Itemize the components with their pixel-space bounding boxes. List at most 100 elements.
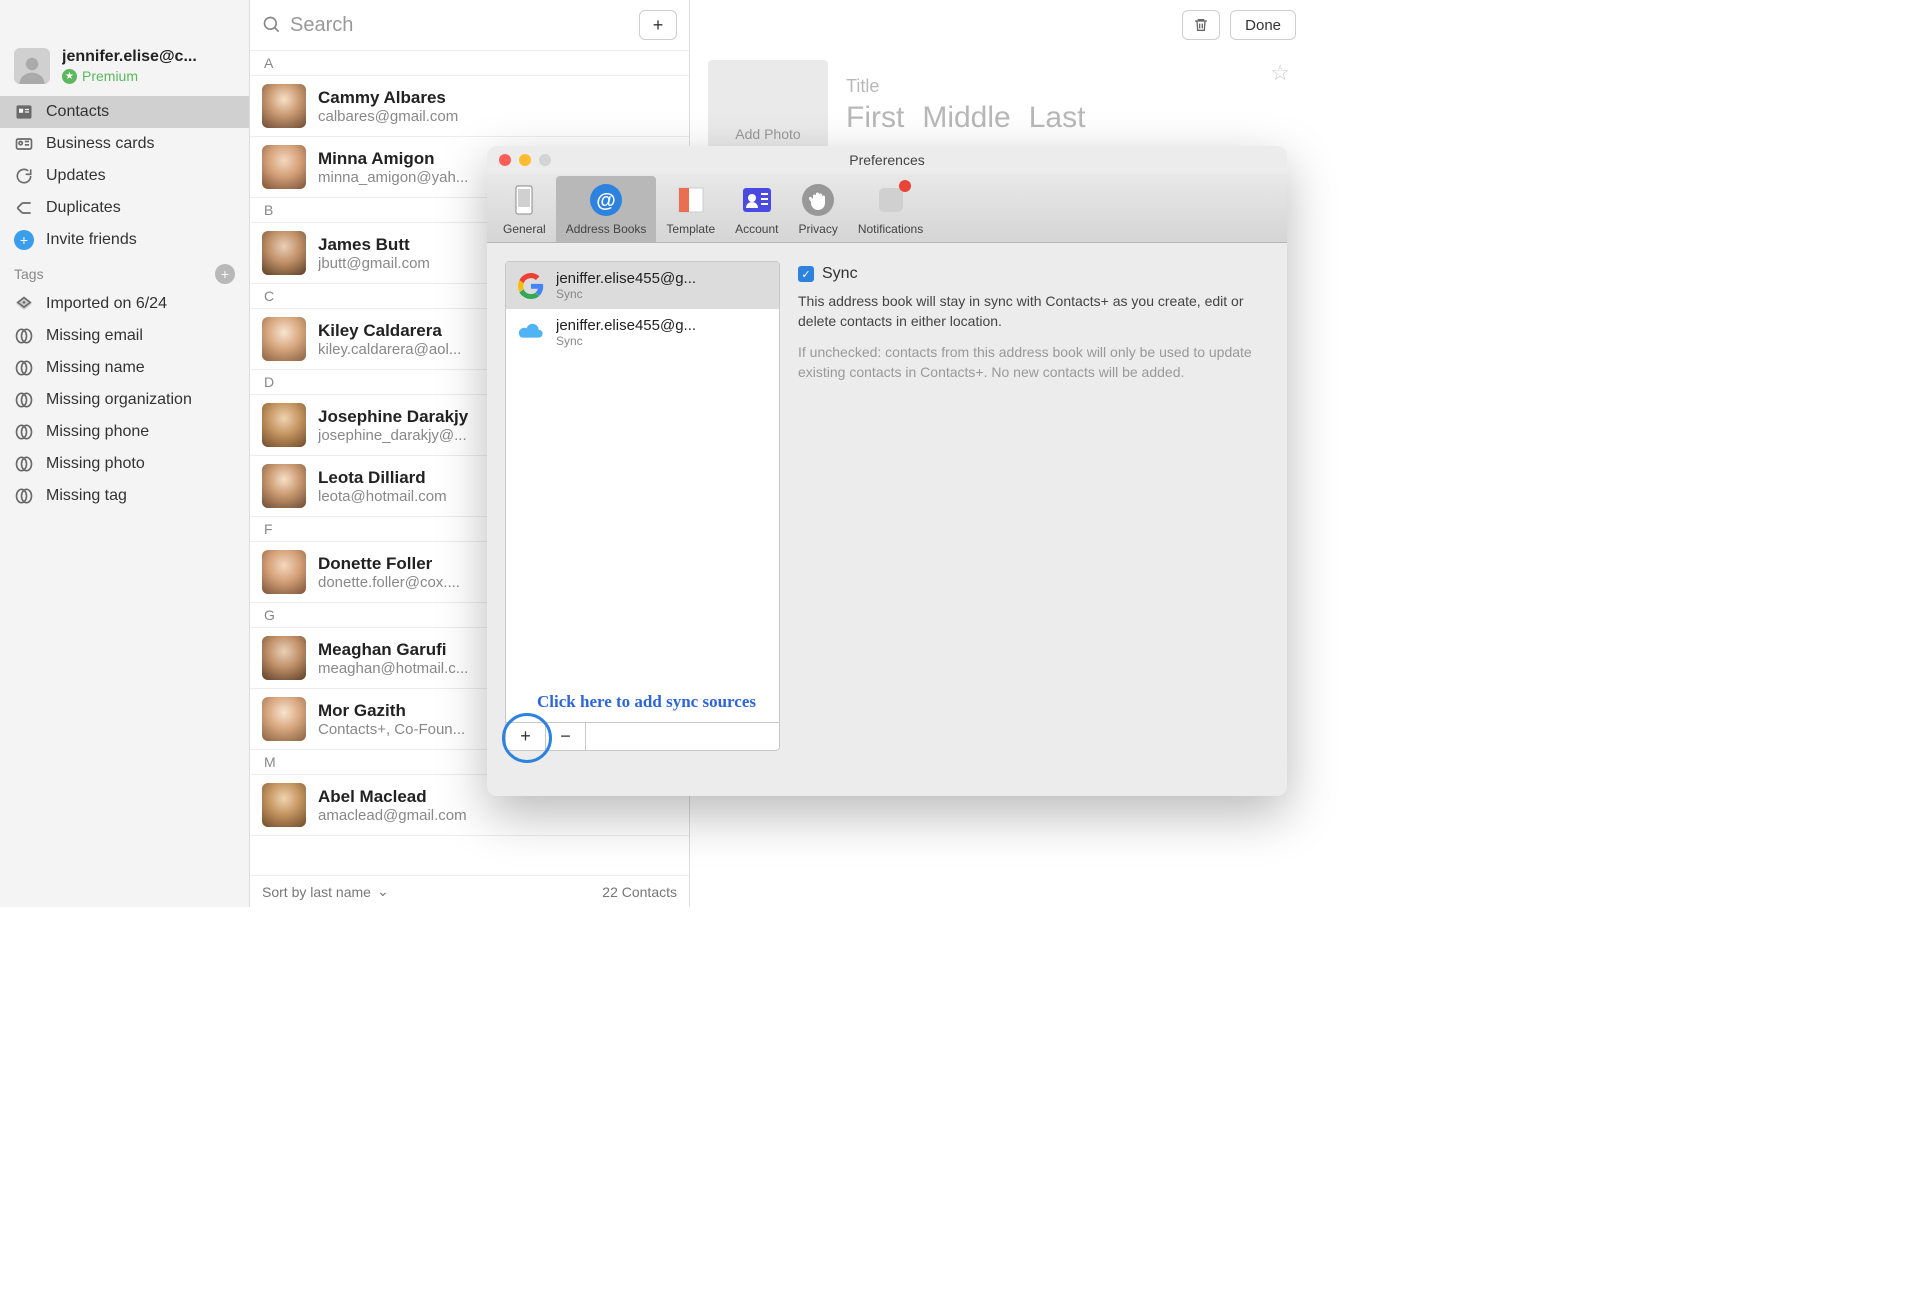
sidebar-item-label: Updates	[46, 167, 106, 185]
add-tag-button[interactable]: +	[215, 264, 235, 284]
remove-address-book-button[interactable]: −	[546, 723, 586, 750]
address-book-item[interactable]: jeniffer.elise455@g...Sync	[506, 262, 779, 309]
contact-info: Abel Macleadamaclead@gmail.com	[318, 787, 467, 824]
premium-label: Premium	[82, 68, 138, 84]
contact-info: Mor GazithContacts+, Co-Foun...	[318, 701, 465, 738]
sidebar-item-business-cards[interactable]: Business cards	[0, 128, 249, 160]
user-info: jennifer.elise@c... ★ Premium	[62, 48, 235, 84]
sidebar-tag-missing-organization[interactable]: Missing organization	[0, 384, 249, 416]
sidebar-item-duplicates[interactable]: Duplicates	[0, 192, 249, 224]
missing-icon	[14, 486, 34, 506]
contact-info: Minna Amigonminna_amigon@yah...	[318, 149, 468, 186]
sidebar-item-label: Business cards	[46, 135, 155, 153]
contact-avatar	[262, 636, 306, 680]
premium-badge: ★ Premium	[62, 68, 235, 84]
tag-icon	[14, 294, 34, 314]
chevron-down-icon: ⌄	[377, 883, 389, 900]
icloud-icon	[516, 318, 546, 348]
detail-toolbar: Done	[690, 0, 1308, 50]
contact-row[interactable]: Cammy Albarescalbares@gmail.com	[250, 76, 689, 137]
sidebar-tag-missing-email[interactable]: Missing email	[0, 320, 249, 352]
pref-tab-account[interactable]: Account	[725, 176, 788, 242]
zoom-icon[interactable]	[539, 154, 551, 166]
search-bar: Search +	[250, 0, 689, 50]
missing-icon	[14, 326, 34, 346]
contact-info: James Buttjbutt@gmail.com	[318, 235, 430, 272]
contact-name: Mor Gazith	[318, 701, 465, 721]
add-address-book-button[interactable]: +	[506, 723, 546, 750]
sync-description: This address book will stay in sync with…	[798, 291, 1269, 332]
pref-tab-notifications[interactable]: Notifications	[848, 176, 933, 242]
sync-checkbox[interactable]: ✓	[798, 266, 814, 282]
contact-avatar	[262, 145, 306, 189]
preferences-title: Preferences	[849, 152, 924, 168]
invite-icon: +	[14, 230, 34, 250]
preferences-titlebar: Preferences	[487, 146, 1287, 174]
pref-tab-address-books[interactable]: @ Address Books	[556, 176, 657, 242]
google-icon	[516, 271, 546, 301]
contact-info: Leota Dilliardleota@hotmail.com	[318, 468, 447, 505]
trash-icon	[1193, 17, 1209, 33]
favorite-star-icon[interactable]: ☆	[1270, 60, 1290, 86]
pref-tab-template[interactable]: Template	[656, 176, 725, 242]
last-name-input[interactable]: Last	[1029, 101, 1086, 135]
sidebar-tag-missing-tag[interactable]: Missing tag	[0, 480, 249, 512]
contacts-icon	[14, 102, 34, 122]
contact-list-footer: Sort by last name ⌄ 22 Contacts	[250, 875, 689, 907]
search-input[interactable]: Search	[262, 14, 631, 37]
sidebar-nav: ContactsBusiness cardsUpdatesDuplicates+…	[0, 96, 249, 256]
sidebar: jennifer.elise@c... ★ Premium Contacts Bu…	[0, 0, 250, 907]
address-book-title: jeniffer.elise455@g...	[556, 270, 696, 287]
contact-avatar	[262, 403, 306, 447]
sort-dropdown[interactable]: Sort by last name ⌄	[262, 883, 389, 900]
section-header: A	[250, 51, 689, 76]
sidebar-item-label: Invite friends	[46, 231, 137, 249]
business-card-icon	[14, 134, 34, 154]
account-icon	[739, 182, 775, 218]
star-icon: ★	[62, 69, 77, 84]
svg-text:@: @	[596, 190, 616, 212]
done-button[interactable]: Done	[1230, 10, 1296, 40]
contact-info: Josephine Darakjyjosephine_darakjy@...	[318, 407, 468, 444]
contact-name: Kiley Caldarera	[318, 321, 461, 341]
sidebar-item-updates[interactable]: Updates	[0, 160, 249, 192]
sidebar-tag-imported-on-6-24[interactable]: Imported on 6/24	[0, 288, 249, 320]
sidebar-user[interactable]: jennifer.elise@c... ★ Premium	[0, 38, 249, 96]
pref-tab-label: Privacy	[798, 222, 837, 236]
preferences-window: Preferences General @ Address Books Templat…	[487, 146, 1287, 796]
missing-icon	[14, 454, 34, 474]
address-books-list: jeniffer.elise455@g...Syncjeniffer.elise…	[505, 261, 780, 751]
minimize-icon[interactable]	[519, 154, 531, 166]
pref-tab-privacy[interactable]: Privacy	[788, 176, 847, 242]
sidebar-tag-missing-phone[interactable]: Missing phone	[0, 416, 249, 448]
address-book-sub: Sync	[556, 287, 696, 301]
close-icon[interactable]	[499, 154, 511, 166]
sidebar-item-contacts[interactable]: Contacts	[0, 96, 249, 128]
delete-button[interactable]	[1182, 10, 1220, 40]
pref-tab-label: Account	[735, 222, 778, 236]
contact-secondary: meaghan@hotmail.c...	[318, 660, 468, 677]
tags-header-label: Tags	[14, 266, 44, 282]
address-book-item[interactable]: jeniffer.elise455@g...Sync	[506, 309, 779, 356]
preferences-body: jeniffer.elise455@g...Syncjeniffer.elise…	[487, 243, 1287, 796]
add-photo-button[interactable]: Add Photo	[708, 60, 828, 150]
pref-tab-general[interactable]: General	[493, 176, 556, 242]
address-book-sub: Sync	[556, 334, 696, 348]
contact-name: James Butt	[318, 235, 430, 255]
contact-name: Minna Amigon	[318, 149, 468, 169]
sync-checkbox-row[interactable]: ✓ Sync	[798, 265, 1269, 283]
pref-tab-label: Notifications	[858, 222, 923, 236]
search-placeholder: Search	[290, 14, 353, 37]
sidebar-tags: Imported on 6/24 Missing email Missing nam…	[0, 288, 249, 512]
sidebar-tag-label: Missing email	[46, 327, 143, 345]
add-contact-button[interactable]: +	[639, 10, 677, 40]
sidebar-item-invite-friends[interactable]: + Invite friends	[0, 224, 249, 256]
sidebar-tag-missing-name[interactable]: Missing name	[0, 352, 249, 384]
sidebar-tag-missing-photo[interactable]: Missing photo	[0, 448, 249, 480]
pref-tab-label: Address Books	[566, 222, 647, 236]
middle-name-input[interactable]: Middle	[922, 101, 1010, 135]
contact-info: Meaghan Garufimeaghan@hotmail.c...	[318, 640, 468, 677]
contact-secondary: kiley.caldarera@aol...	[318, 341, 461, 358]
title-input[interactable]: Title	[846, 76, 1252, 97]
first-name-input[interactable]: First	[846, 101, 904, 135]
